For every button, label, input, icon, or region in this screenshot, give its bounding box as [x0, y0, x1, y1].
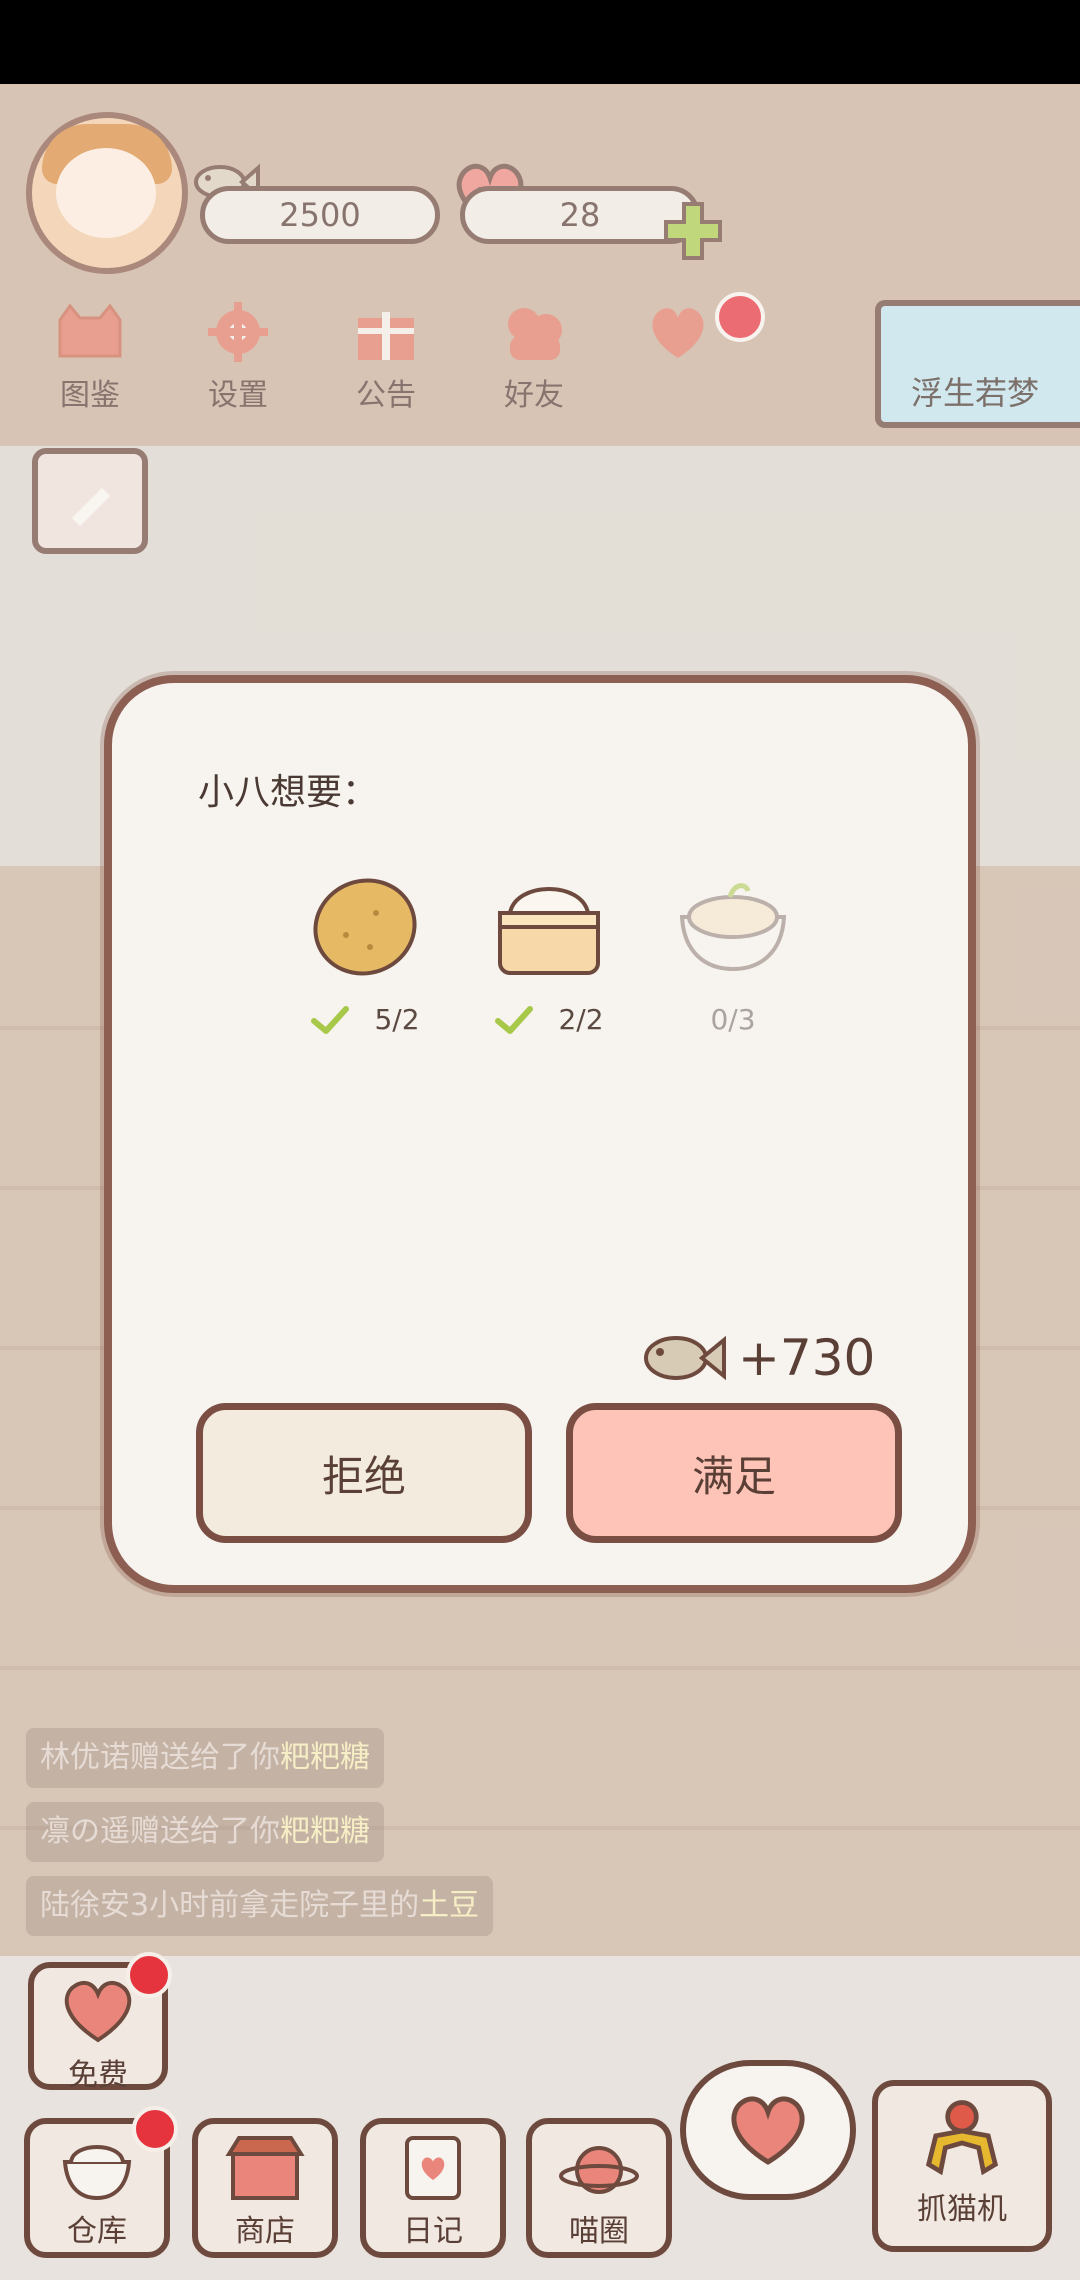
notification-dot — [132, 2106, 178, 2152]
diary-button[interactable]: 日记 — [360, 2118, 506, 2258]
meow-circle-button[interactable]: 喵圈 — [526, 2118, 672, 2258]
item-count: 2/2 — [558, 1003, 604, 1036]
reward-amount: +730 — [738, 1329, 876, 1387]
dialog-title: 小八想要： — [198, 772, 379, 813]
fish-icon — [644, 1335, 726, 1381]
request-item-potato: 5/2 — [300, 873, 430, 1036]
accept-button[interactable]: 满足 — [566, 1403, 902, 1543]
cat-planet-icon — [559, 2146, 639, 2194]
status-bar — [0, 0, 1080, 84]
diary-icon — [405, 2136, 461, 2200]
chat-line: 陆徐安3小时前拿走院子里的土豆 — [26, 1876, 494, 1936]
steamer-bun-icon — [498, 887, 600, 975]
reject-button[interactable]: 拒绝 — [196, 1403, 532, 1543]
claw-machine-button[interactable]: 抓猫机 — [872, 2080, 1052, 2252]
reward-display: +730 — [638, 1323, 875, 1393]
item-count: 5/2 — [374, 1003, 420, 1036]
claw-icon — [925, 2100, 999, 2176]
chat-line: 林优诺赠送给了你粑粑糖 — [26, 1728, 384, 1788]
soup-bowl-icon — [679, 883, 787, 972]
request-item-steamer-bun: 2/2 — [484, 873, 614, 1036]
item-count: 0/3 — [710, 1003, 756, 1036]
check-icon — [311, 1005, 350, 1034]
rice-bowl-icon — [62, 2145, 132, 2201]
check-icon — [495, 1005, 534, 1034]
heart-bubble-button[interactable] — [680, 2060, 856, 2200]
shop-icon — [225, 2136, 305, 2200]
shop-button[interactable]: 商店 — [192, 2118, 338, 2258]
heart-icon — [731, 2096, 805, 2165]
chat-line: 凛の遥赠送给了你粑粑糖 — [26, 1802, 384, 1862]
heart-icon — [64, 1980, 132, 2043]
potato-icon — [313, 878, 417, 976]
request-item-soup-bowl: 0/3 — [668, 873, 798, 1036]
request-dialog: 小八想要： 5/2 2/2 0/3 +730 拒绝 满足 — [104, 675, 976, 1593]
notification-dot — [126, 1952, 172, 1998]
